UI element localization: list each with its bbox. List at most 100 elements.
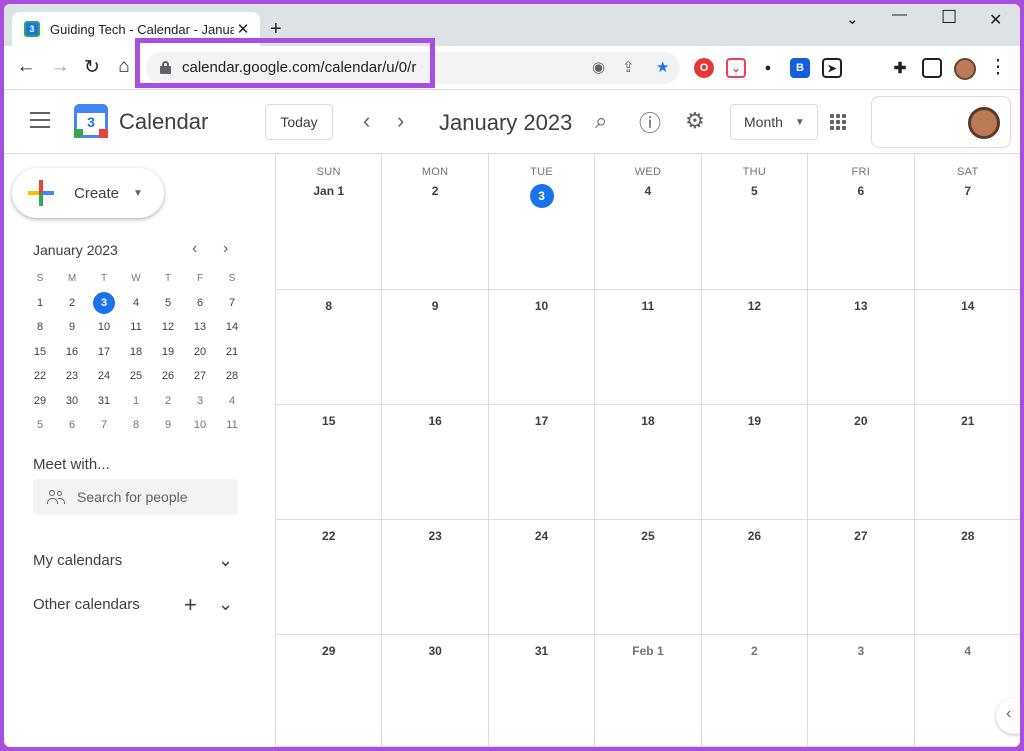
mini-day[interactable]: 13	[184, 321, 216, 333]
maximize-icon[interactable]: ☐	[941, 7, 957, 28]
mini-day[interactable]: 1	[120, 395, 152, 407]
telegram-icon[interactable]: ➤	[822, 58, 842, 78]
mini-day[interactable]: 15	[24, 346, 56, 358]
mini-day[interactable]: 11	[120, 321, 152, 333]
day-number[interactable]: 24	[535, 529, 548, 543]
mini-day[interactable]: 24	[88, 370, 120, 382]
mini-day[interactable]: 27	[184, 370, 216, 382]
mini-day[interactable]: 22	[24, 370, 56, 382]
day-cell[interactable]: 13	[808, 290, 915, 404]
day-cell[interactable]: 3	[808, 635, 915, 746]
mini-day[interactable]: 7	[216, 297, 248, 309]
day-number[interactable]: 3	[857, 644, 864, 658]
mini-prev-icon[interactable]: ‹	[192, 240, 197, 258]
day-cell[interactable]: 16	[382, 405, 489, 519]
sidepanel-icon[interactable]	[922, 58, 942, 78]
day-number[interactable]: 2	[432, 184, 439, 198]
add-calendar-icon[interactable]: +	[184, 592, 197, 618]
day-number[interactable]: 15	[322, 414, 335, 428]
my-calendars-heading[interactable]: My calendars	[33, 552, 122, 569]
day-number[interactable]: 12	[748, 299, 761, 313]
day-cell[interactable]: TUE 3	[489, 154, 596, 289]
account-box[interactable]	[871, 96, 1011, 148]
day-number[interactable]: 29	[322, 644, 335, 658]
mini-day[interactable]: 9	[152, 419, 184, 431]
day-number[interactable]: 26	[748, 529, 761, 543]
create-button[interactable]: Create ▼	[12, 168, 164, 218]
mini-day[interactable]: 14	[216, 321, 248, 333]
day-cell[interactable]: 29	[276, 635, 383, 746]
mini-day[interactable]: 6	[56, 419, 88, 431]
mini-day[interactable]: 28	[216, 370, 248, 382]
google-apps-icon[interactable]	[830, 114, 846, 130]
mini-day[interactable]: 30	[56, 395, 88, 407]
day-cell[interactable]: 17	[489, 405, 596, 519]
day-cell[interactable]: FRI 6	[808, 154, 915, 289]
mini-day[interactable]: 2	[56, 297, 88, 309]
mini-day[interactable]: 29	[24, 395, 56, 407]
day-cell[interactable]: WED 4	[595, 154, 702, 289]
mini-day[interactable]: 17	[88, 346, 120, 358]
day-cell[interactable]: Feb 1	[595, 635, 702, 746]
day-cell[interactable]: 8	[276, 290, 383, 404]
day-cell[interactable]: THU 5	[702, 154, 809, 289]
mini-day[interactable]: 8	[24, 321, 56, 333]
mini-day[interactable]: 18	[120, 346, 152, 358]
account-avatar[interactable]	[968, 107, 1000, 139]
day-cell[interactable]: 18	[595, 405, 702, 519]
day-number[interactable]: 23	[428, 529, 441, 543]
day-cell[interactable]: 21	[915, 405, 1020, 519]
day-cell[interactable]: 30	[382, 635, 489, 746]
settings-gear-icon[interactable]: ⚙	[685, 108, 705, 134]
mini-day[interactable]: 19	[152, 346, 184, 358]
prev-month-icon[interactable]: ‹	[363, 108, 370, 134]
mini-day[interactable]: 31	[88, 395, 120, 407]
day-number[interactable]: 6	[857, 184, 864, 198]
day-cell[interactable]: 12	[702, 290, 809, 404]
day-cell[interactable]: 14	[915, 290, 1020, 404]
mini-day[interactable]: 4	[120, 297, 152, 309]
star-icon[interactable]: ★	[656, 58, 669, 76]
today-button[interactable]: Today	[265, 104, 333, 140]
mini-day[interactable]: 10	[184, 419, 216, 431]
day-number[interactable]: 8	[325, 299, 332, 313]
day-number[interactable]: 10	[535, 299, 548, 313]
mini-day[interactable]: 21	[216, 346, 248, 358]
mini-day[interactable]: 1	[24, 297, 56, 309]
day-cell[interactable]: 20	[808, 405, 915, 519]
day-number[interactable]: Feb 1	[632, 644, 663, 658]
day-number[interactable]: 19	[748, 414, 761, 428]
mini-next-icon[interactable]: ›	[223, 240, 228, 258]
mini-day[interactable]: 10	[88, 321, 120, 333]
day-cell[interactable]: 28	[915, 520, 1020, 634]
day-number[interactable]: 20	[854, 414, 867, 428]
mini-day[interactable]: 16	[56, 346, 88, 358]
search-people-input[interactable]: Search for people	[33, 479, 238, 515]
day-cell[interactable]: 11	[595, 290, 702, 404]
main-menu-icon[interactable]	[30, 112, 50, 128]
other-calendars-heading[interactable]: Other calendars	[33, 596, 140, 613]
kebab-menu-icon[interactable]: ⋮	[986, 56, 1010, 79]
mini-day[interactable]: 12	[152, 321, 184, 333]
puzzle-icon[interactable]: ✚	[890, 58, 910, 78]
day-cell[interactable]: 24	[489, 520, 596, 634]
mini-day[interactable]: 5	[152, 297, 184, 309]
back-arrow-icon[interactable]: ←	[14, 56, 38, 78]
day-number[interactable]: 9	[432, 299, 439, 313]
tab-search-icon[interactable]: ⌄	[846, 10, 859, 28]
day-number[interactable]: 2	[751, 644, 758, 658]
reload-icon[interactable]: ↻	[80, 56, 104, 79]
mini-day[interactable]: 9	[56, 321, 88, 333]
mini-day[interactable]: 11	[216, 419, 248, 431]
day-number[interactable]: 30	[428, 644, 441, 658]
day-number[interactable]: 22	[322, 529, 335, 543]
mini-day[interactable]: 26	[152, 370, 184, 382]
day-number[interactable]: 4	[964, 644, 971, 658]
profile-avatar-icon[interactable]	[954, 58, 976, 80]
mini-day[interactable]: 25	[120, 370, 152, 382]
view-switcher[interactable]: Month ▼	[730, 104, 818, 140]
day-cell[interactable]: 25	[595, 520, 702, 634]
share-icon[interactable]: ⇪	[622, 58, 635, 76]
mini-day[interactable]: 7	[88, 419, 120, 431]
help-icon[interactable]: ⓘ	[639, 106, 661, 138]
